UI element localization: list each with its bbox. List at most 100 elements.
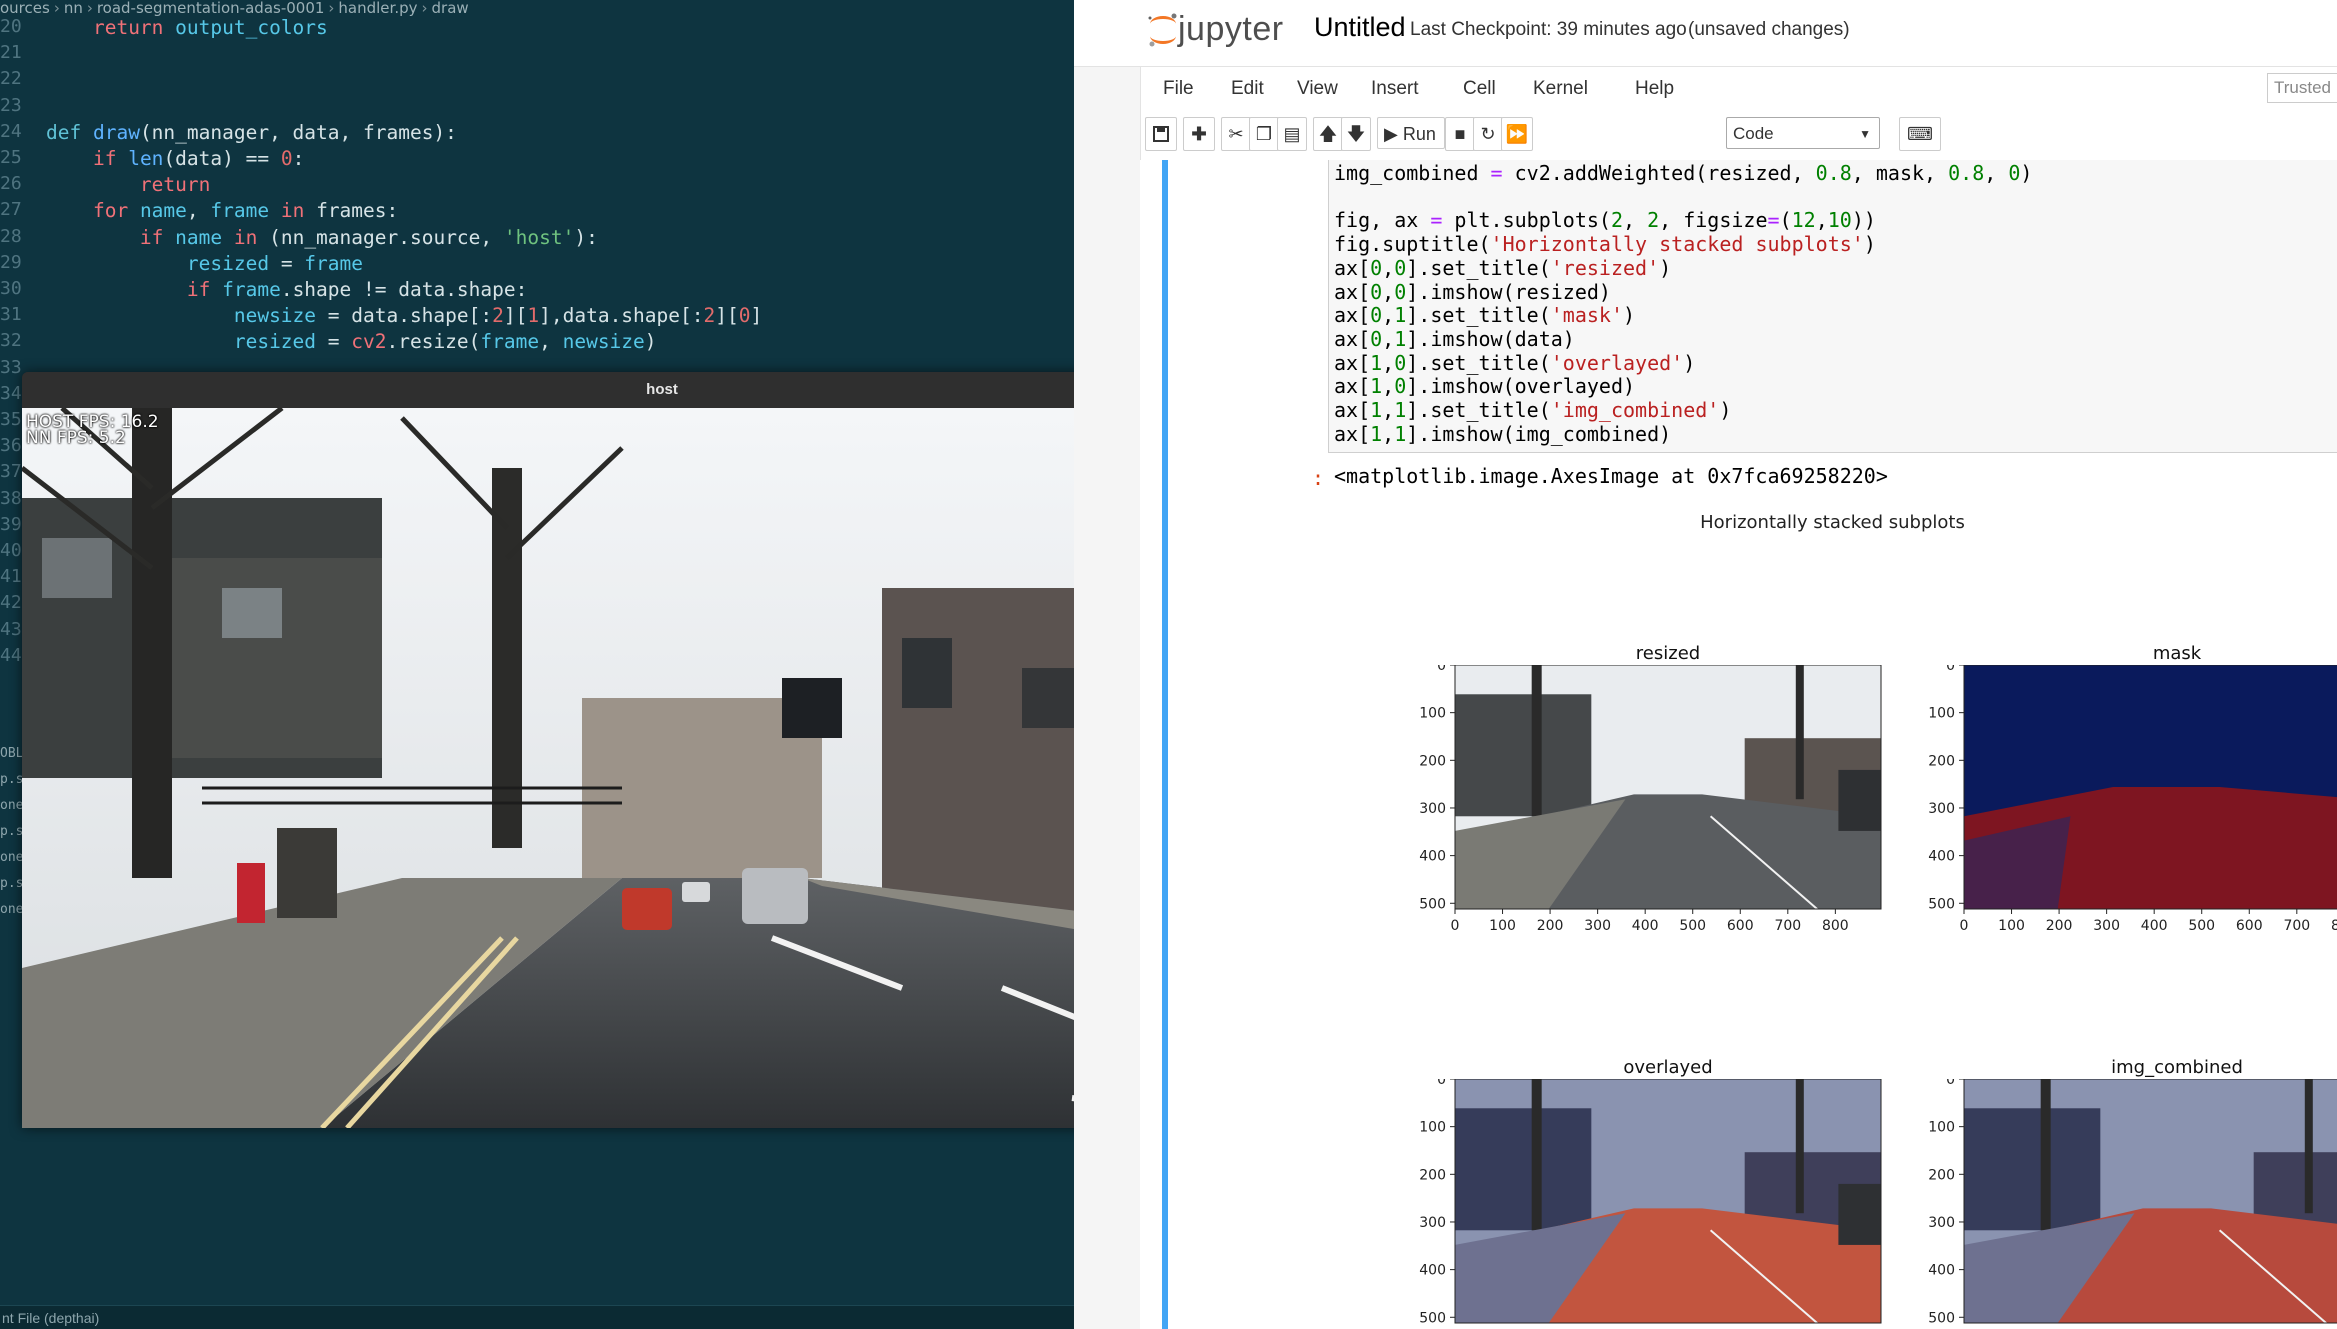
line-number: 41 xyxy=(0,566,22,588)
breadcrumb-item[interactable]: nn xyxy=(64,0,83,17)
cell-code-line[interactable]: ax[1,0].imshow(overlayed) xyxy=(1334,374,1635,398)
code-line[interactable]: resized = cv2.resize(frame, newsize) xyxy=(46,330,657,353)
x-tick-label: 700 xyxy=(1774,918,1801,934)
line-number: 32 xyxy=(0,330,22,352)
move-up-button[interactable]: 🡅 xyxy=(1313,117,1343,151)
move-down-button[interactable]: 🡇 xyxy=(1341,117,1371,151)
cell-code-token: fig, ax xyxy=(1334,208,1431,233)
cell-code-token: , xyxy=(1382,398,1395,422)
plus-icon: ✚ xyxy=(1191,124,1207,144)
cell-code-token: )) xyxy=(1851,208,1876,233)
cell-code-token: 0 xyxy=(1394,350,1407,375)
breadcrumb-item[interactable]: draw xyxy=(432,0,469,17)
menu-insert[interactable]: Insert xyxy=(1371,78,1419,100)
line-number: 30 xyxy=(0,278,22,299)
code-token: frame xyxy=(480,330,540,354)
jupyter-notebook[interactable]: jupyter Untitled Last Checkpoint: 39 min… xyxy=(1074,0,2337,1329)
cell-code-line[interactable]: ax[1,0].set_title('overlayed') xyxy=(1334,351,1695,375)
cell-code-token: cv2.addWeighted(resized, xyxy=(1502,161,1816,185)
breadcrumb-separator: › xyxy=(86,0,93,17)
save-button[interactable] xyxy=(1145,117,1177,151)
breadcrumb-item[interactable]: handler.py xyxy=(338,0,417,17)
breadcrumb-item[interactable]: ources xyxy=(0,0,50,17)
breadcrumb-item[interactable]: road-segmentation-adas-0001 xyxy=(97,0,325,17)
menu-kernel[interactable]: Kernel xyxy=(1533,78,1588,100)
code-token: output_colors xyxy=(163,16,328,39)
menu-file[interactable]: File xyxy=(1163,78,1194,100)
y-tick-label: 400 xyxy=(1419,1263,1446,1279)
cell-code-line[interactable]: ax[1,1].set_title('img_combined') xyxy=(1334,398,1731,422)
interrupt-button[interactable]: ■ xyxy=(1445,117,1475,151)
restart-button[interactable]: ↻ xyxy=(1473,117,1503,151)
code-token: resized xyxy=(233,330,328,354)
menu-help[interactable]: Help xyxy=(1635,78,1674,100)
code-line[interactable]: resized = frame xyxy=(46,252,363,275)
run-button[interactable]: ▶ Run xyxy=(1377,117,1445,149)
cell-code-token: ( xyxy=(1779,208,1792,233)
line-number: 27 xyxy=(0,199,22,221)
code-line[interactable]: def draw(nn_manager, data, frames): xyxy=(46,121,457,144)
arrow-up-icon: 🡅 xyxy=(1318,124,1338,144)
x-tick-label: 800 xyxy=(1822,918,1849,934)
output-prompt: : xyxy=(1312,466,1325,490)
line-number: 39 xyxy=(0,513,22,535)
cell-type-select[interactable]: Code ▼ xyxy=(1726,117,1880,149)
y-tick-label: 400 xyxy=(1928,1263,1955,1279)
cell-code-token: 1 xyxy=(1370,421,1383,446)
cell-code-token: 0 xyxy=(1394,279,1407,304)
cell-code-token: , xyxy=(1815,208,1828,233)
line-number: 33 xyxy=(0,356,22,378)
code-line[interactable]: return xyxy=(46,173,210,196)
cell-code-token: ax[ xyxy=(1334,398,1371,422)
y-tick-label: 0 xyxy=(1437,665,1446,674)
cut-button[interactable]: ✂ xyxy=(1221,117,1251,151)
code-token: def xyxy=(46,120,93,144)
paste-button[interactable]: ▤ xyxy=(1277,117,1307,151)
menu-view[interactable]: View xyxy=(1297,78,1338,100)
code-line[interactable]: newsize = data.shape[:2][1],data.shape[:… xyxy=(46,304,762,327)
cell-code-token: ) xyxy=(1719,398,1732,422)
jupyter-wordmark[interactable]: jupyter xyxy=(1178,10,1284,49)
cell-code-token: 10 xyxy=(1827,208,1852,233)
cell-code-line[interactable]: fig.suptitle('Horizontally stacked subpl… xyxy=(1334,232,1876,256)
cell-code-token: ax[ xyxy=(1334,279,1371,304)
code-token: 1 xyxy=(527,304,540,328)
x-tick-label: 100 xyxy=(1998,918,2025,934)
play-icon: ▶ xyxy=(1384,124,1398,144)
insert-cell-button[interactable]: ✚ xyxy=(1183,117,1215,151)
jupyter-header: jupyter Untitled Last Checkpoint: 39 min… xyxy=(1074,0,2337,67)
side-fragment: one xyxy=(0,798,24,813)
x-tick-label: 500 xyxy=(2188,918,2215,934)
code-token: ] xyxy=(750,304,763,328)
y-tick-label: 100 xyxy=(1928,1120,1955,1136)
breadcrumb[interactable]: ources › nn › road-segmentation-adas-0001 › ha… xyxy=(0,0,1074,17)
copy-button[interactable]: ❐ xyxy=(1249,117,1279,151)
cell-code-line[interactable]: ax[1,1].imshow(img_combined) xyxy=(1334,422,1671,446)
unsaved-indicator: (unsaved changes) xyxy=(1688,19,1850,40)
menu-edit[interactable]: Edit xyxy=(1231,78,1264,100)
code-line[interactable]: if name in (nn_manager.source, 'host'): xyxy=(46,226,598,249)
menu-cell[interactable]: Cell xyxy=(1463,78,1496,100)
jupyter-logo-icon[interactable] xyxy=(1146,10,1180,50)
cell-code-line[interactable]: fig, ax = plt.subplots(2, 2, figsize=(12… xyxy=(1334,208,1876,232)
command-palette-button[interactable]: ⌨ xyxy=(1899,117,1941,151)
cell-code-line[interactable]: ax[0,0].set_title('resized') xyxy=(1334,256,1671,280)
breadcrumb-separator: › xyxy=(328,0,335,17)
cell-code-token: ax[ xyxy=(1334,303,1371,328)
trusted-indicator[interactable]: Trusted xyxy=(2266,73,2337,103)
cell-code-line[interactable]: ax[0,1].imshow(data) xyxy=(1334,327,1575,351)
code-line[interactable]: if frame.shape != data.shape: xyxy=(46,278,527,301)
code-line[interactable]: if len(data) == 0: xyxy=(46,147,304,170)
cell-code-token: 1 xyxy=(1394,398,1407,422)
cell-code-line[interactable]: img_combined = cv2.addWeighted(resized, … xyxy=(1334,161,2032,185)
cell-code-token: 2 xyxy=(1647,208,1660,233)
cell-code-line[interactable]: ax[0,0].imshow(resized) xyxy=(1334,280,1611,304)
cell-code-token: 0.8 xyxy=(1815,161,1852,185)
code-line[interactable]: return output_colors xyxy=(46,16,328,39)
code-line[interactable]: for name, frame in frames: xyxy=(46,199,398,222)
restart-run-all-button[interactable]: ⏩ xyxy=(1501,117,1533,151)
x-tick-label: 500 xyxy=(1679,918,1706,934)
line-number: 20 xyxy=(0,16,22,37)
cell-code-line[interactable]: ax[0,1].set_title('mask') xyxy=(1334,303,1635,327)
notebook-title[interactable]: Untitled xyxy=(1314,12,1406,43)
